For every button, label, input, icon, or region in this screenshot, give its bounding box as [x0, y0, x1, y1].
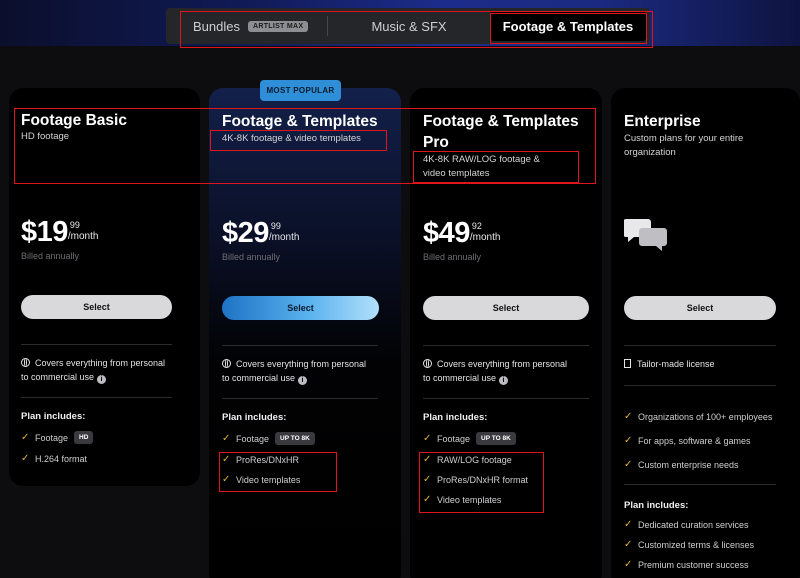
price-amount: $49: [423, 217, 470, 249]
billing-note: Billed annually: [423, 252, 482, 262]
plan-subtitle: 4K-8K footage & video templates: [222, 133, 361, 144]
check-icon: ✓: [624, 559, 633, 570]
tab-music-sfx[interactable]: Music & SFX: [328, 11, 490, 41]
price-cents: 92: [471, 221, 482, 231]
feature-item: ✓ Footage HD: [21, 431, 94, 444]
feature-item: ✓ RAW/LOG footage: [423, 454, 512, 465]
artlist-max-badge: ARTLIST MAX: [247, 20, 309, 32]
globe-icon: [21, 358, 30, 367]
check-icon: ✓: [21, 453, 30, 464]
category-tab-bar: Bundles ARTLIST MAX Music & SFX Footage …: [166, 8, 650, 44]
quality-pill: UP TO 8K: [275, 432, 315, 445]
feature-item: ✓ Custom enterprise needs: [624, 459, 739, 470]
price-period: /month: [469, 232, 501, 243]
divider: [21, 397, 172, 398]
plan-price: $29 99 /month: [222, 218, 299, 248]
check-icon: ✓: [222, 474, 231, 485]
plan-title: Footage & Templates: [222, 113, 378, 130]
plan-card-footage-basic: [9, 88, 200, 486]
tab-footage-templates-label: Footage & Templates: [502, 18, 634, 34]
plan-includes-header: Plan includes:: [21, 411, 86, 422]
coverage-text: Covers everything from personal to comme…: [222, 359, 367, 385]
plan-includes-header: Plan includes:: [423, 412, 488, 423]
coverage-text: Covers everything from personal to comme…: [21, 358, 166, 384]
check-icon: ✓: [222, 454, 231, 465]
tab-bundles-label: Bundles: [193, 18, 240, 34]
most-popular-badge: MOST POPULAR: [260, 80, 341, 101]
feature-item: ✓ For apps, software & games: [624, 435, 751, 446]
divider: [624, 484, 776, 485]
divider: [222, 398, 378, 399]
price-cents: 99: [270, 221, 281, 231]
plan-title: Enterprise: [624, 113, 701, 130]
check-icon: ✓: [624, 459, 633, 470]
price-cents: 99: [69, 220, 80, 230]
feature-item: ✓ ProRes/DNxHR format: [423, 474, 529, 485]
tab-footage-templates[interactable]: Footage & Templates: [490, 11, 646, 41]
feature-item: ✓ Video templates: [222, 474, 301, 485]
feature-item: ✓ ProRes/DNxHR: [222, 454, 300, 465]
feature-item: ✓ Video templates: [423, 494, 502, 505]
quality-pill: HD: [74, 431, 94, 444]
plan-price: $19 99 /month: [21, 217, 98, 247]
price-amount: $19: [21, 216, 68, 248]
plan-subtitle: HD footage: [21, 131, 70, 142]
divider: [21, 344, 172, 345]
feature-item: ✓ Dedicated curation services: [624, 519, 749, 530]
info-icon[interactable]: i: [298, 376, 308, 385]
plan-price: $49 92 /month: [423, 218, 500, 248]
price-period: /month: [268, 232, 300, 243]
plan-title: Footage & Templates Pro: [423, 113, 579, 151]
check-icon: ✓: [624, 539, 633, 550]
quality-pill: UP TO 8K: [476, 432, 516, 445]
tab-music-sfx-label: Music & SFX: [371, 18, 447, 34]
check-icon: ✓: [222, 433, 231, 444]
check-icon: ✓: [21, 432, 30, 443]
feature-item: ✓ H.264 format: [21, 453, 88, 464]
divider: [624, 345, 776, 346]
select-button-footage-templates-pro[interactable]: Select: [423, 296, 589, 320]
plan-includes-header: Plan includes:: [222, 412, 287, 423]
divider: [423, 398, 589, 399]
globe-icon: [222, 359, 231, 368]
plan-includes-header: Plan includes:: [624, 500, 689, 511]
feature-item: ✓ Premium customer success: [624, 559, 749, 570]
info-icon[interactable]: i: [499, 376, 509, 385]
billing-note: Billed annually: [21, 251, 80, 261]
check-icon: ✓: [624, 411, 633, 422]
check-icon: ✓: [423, 433, 432, 444]
coverage-text: Covers everything from personal to comme…: [423, 359, 568, 385]
plan-subtitle: Custom plans for your entire organization: [624, 133, 744, 158]
select-button-footage-basic[interactable]: Select: [21, 295, 172, 319]
divider: [624, 385, 776, 386]
billing-note: Billed annually: [222, 252, 281, 262]
building-icon: [624, 359, 631, 368]
price-period: /month: [67, 231, 99, 242]
plan-subtitle: 4K-8K RAW/LOG footage & video templates: [423, 154, 540, 179]
feature-item: ✓ Footage UP TO 8K: [423, 432, 516, 445]
chat-bubbles-icon: [624, 219, 667, 251]
check-icon: ✓: [624, 435, 633, 446]
divider: [222, 345, 378, 346]
divider: [423, 345, 589, 346]
plan-card-footage-templates: [209, 88, 401, 578]
check-icon: ✓: [423, 454, 432, 465]
check-icon: ✓: [423, 474, 432, 485]
plan-title: Footage Basic: [21, 112, 127, 129]
globe-icon: [423, 359, 432, 368]
feature-item: ✓ Footage UP TO 8K: [222, 432, 315, 445]
feature-item: ✓ Customized terms & licenses: [624, 539, 755, 550]
info-icon[interactable]: i: [97, 375, 107, 384]
license-text: Tailor-made license: [624, 357, 715, 371]
feature-item: ✓ Organizations of 100+ employees: [624, 411, 773, 422]
check-icon: ✓: [624, 519, 633, 530]
select-button-footage-templates[interactable]: Select: [222, 296, 379, 320]
select-button-enterprise[interactable]: Select: [624, 296, 776, 320]
price-amount: $29: [222, 217, 269, 249]
check-icon: ✓: [423, 494, 432, 505]
tab-bundles[interactable]: Bundles ARTLIST MAX: [169, 11, 327, 41]
